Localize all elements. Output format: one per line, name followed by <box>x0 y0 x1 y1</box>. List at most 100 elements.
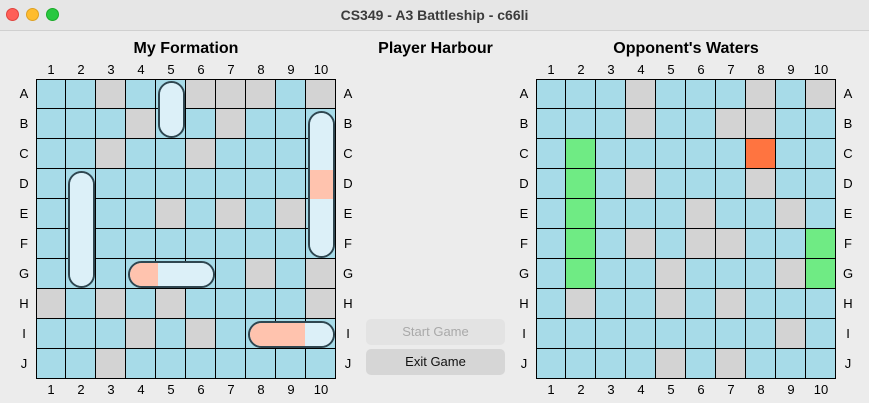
opponent-cell-F7-miss[interactable] <box>716 229 746 259</box>
opponent-cell-E1-water[interactable] <box>536 199 566 229</box>
opponent-cell-D10-water[interactable] <box>806 169 836 199</box>
opponent-cell-D9-water[interactable] <box>776 169 806 199</box>
opponent-cell-J6-water[interactable] <box>686 349 716 379</box>
opponent-cell-C5-water[interactable] <box>656 139 686 169</box>
opponent-cell-C6-water[interactable] <box>686 139 716 169</box>
opponent-cell-D1-water[interactable] <box>536 169 566 199</box>
opponent-cell-J5-miss[interactable] <box>656 349 686 379</box>
opponent-cell-D7-water[interactable] <box>716 169 746 199</box>
ship-4[interactable] <box>128 261 215 288</box>
opponent-cell-G6-water[interactable] <box>686 259 716 289</box>
opponent-cell-A5-water[interactable] <box>656 79 686 109</box>
opponent-cell-H6-water[interactable] <box>686 289 716 319</box>
opponent-cell-C1-water[interactable] <box>536 139 566 169</box>
opponent-cell-I3-water[interactable] <box>596 319 626 349</box>
opponent-cell-I9-miss[interactable] <box>776 319 806 349</box>
opponent-cell-I5-water[interactable] <box>656 319 686 349</box>
opponent-cell-I2-water[interactable] <box>566 319 596 349</box>
opponent-cell-J8-water[interactable] <box>746 349 776 379</box>
opponent-cell-G7-water[interactable] <box>716 259 746 289</box>
opponent-cell-D8-miss[interactable] <box>746 169 776 199</box>
opponent-cell-A2-water[interactable] <box>566 79 596 109</box>
opponent-cell-J9-water[interactable] <box>776 349 806 379</box>
opponent-cell-F1-water[interactable] <box>536 229 566 259</box>
opponent-cell-G8-water[interactable] <box>746 259 776 289</box>
opponent-cell-G10-sunk[interactable] <box>806 259 836 289</box>
opponent-cell-B4-miss[interactable] <box>626 109 656 139</box>
opponent-cell-C3-water[interactable] <box>596 139 626 169</box>
opponent-cell-E4-water[interactable] <box>626 199 656 229</box>
opponent-cell-E2-sunk[interactable] <box>566 199 596 229</box>
opponent-cell-J7-miss[interactable] <box>716 349 746 379</box>
opponent-cell-G4-water[interactable] <box>626 259 656 289</box>
opponent-cell-F10-sunk[interactable] <box>806 229 836 259</box>
opponent-cell-B9-water[interactable] <box>776 109 806 139</box>
opponent-cell-F5-water[interactable] <box>656 229 686 259</box>
ship-1[interactable] <box>158 81 185 138</box>
opponent-cell-B1-water[interactable] <box>536 109 566 139</box>
ship-2[interactable] <box>308 111 335 258</box>
opponent-cell-C7-water[interactable] <box>716 139 746 169</box>
opponent-cell-E7-water[interactable] <box>716 199 746 229</box>
opponent-cell-I10-water[interactable] <box>806 319 836 349</box>
opponent-cell-D4-miss[interactable] <box>626 169 656 199</box>
opponent-cell-B3-water[interactable] <box>596 109 626 139</box>
opponent-cell-F9-water[interactable] <box>776 229 806 259</box>
opponent-cell-D6-water[interactable] <box>686 169 716 199</box>
opponent-cell-C9-water[interactable] <box>776 139 806 169</box>
opponent-cell-H4-water[interactable] <box>626 289 656 319</box>
opponent-cell-I6-water[interactable] <box>686 319 716 349</box>
opponent-cell-B6-water[interactable] <box>686 109 716 139</box>
opponent-cell-J4-water[interactable] <box>626 349 656 379</box>
opponent-cell-A10-miss[interactable] <box>806 79 836 109</box>
opponent-cell-I4-water[interactable] <box>626 319 656 349</box>
opponent-cell-A6-water[interactable] <box>686 79 716 109</box>
exit-game-button[interactable]: Exit Game <box>366 349 505 375</box>
opponent-cell-H5-miss[interactable] <box>656 289 686 319</box>
opponent-cell-J10-water[interactable] <box>806 349 836 379</box>
opponent-cell-B2-water[interactable] <box>566 109 596 139</box>
opponent-cell-E8-water[interactable] <box>746 199 776 229</box>
opponent-cell-G2-sunk[interactable] <box>566 259 596 289</box>
opponent-cell-G9-miss[interactable] <box>776 259 806 289</box>
opponent-cell-G3-water[interactable] <box>596 259 626 289</box>
opponent-cell-B10-water[interactable] <box>806 109 836 139</box>
opponent-cell-B7-miss[interactable] <box>716 109 746 139</box>
opponent-cell-H9-water[interactable] <box>776 289 806 319</box>
start-game-button[interactable]: Start Game <box>366 319 505 345</box>
opponent-cell-H7-miss[interactable] <box>716 289 746 319</box>
opponent-cell-B8-miss[interactable] <box>746 109 776 139</box>
opponent-cell-F2-sunk[interactable] <box>566 229 596 259</box>
opponent-cell-E3-water[interactable] <box>596 199 626 229</box>
ship-3[interactable] <box>68 171 95 288</box>
opponent-cell-B5-water[interactable] <box>656 109 686 139</box>
opponent-cell-I1-water[interactable] <box>536 319 566 349</box>
opponent-cell-D2-sunk[interactable] <box>566 169 596 199</box>
opponent-cell-E6-miss[interactable] <box>686 199 716 229</box>
opponent-cell-I8-water[interactable] <box>746 319 776 349</box>
opponent-cell-A9-water[interactable] <box>776 79 806 109</box>
opponent-cell-A4-miss[interactable] <box>626 79 656 109</box>
opponent-cell-E9-miss[interactable] <box>776 199 806 229</box>
opponent-cell-H10-water[interactable] <box>806 289 836 319</box>
opponent-cell-D5-water[interactable] <box>656 169 686 199</box>
opponent-cell-F8-water[interactable] <box>746 229 776 259</box>
opponent-cell-D3-water[interactable] <box>596 169 626 199</box>
opponent-cell-H3-water[interactable] <box>596 289 626 319</box>
opponent-cell-F4-miss[interactable] <box>626 229 656 259</box>
opponent-cell-F6-miss[interactable] <box>686 229 716 259</box>
opponent-cell-G5-miss[interactable] <box>656 259 686 289</box>
opponent-cell-A3-water[interactable] <box>596 79 626 109</box>
opponent-cell-C10-water[interactable] <box>806 139 836 169</box>
opponent-cell-C8-hit[interactable] <box>746 139 776 169</box>
opponent-cell-H2-miss[interactable] <box>566 289 596 319</box>
opponent-cell-G1-water[interactable] <box>536 259 566 289</box>
opponent-cell-A1-water[interactable] <box>536 79 566 109</box>
opponent-cell-E10-water[interactable] <box>806 199 836 229</box>
opponent-cell-A7-water[interactable] <box>716 79 746 109</box>
opponent-cell-A8-miss[interactable] <box>746 79 776 109</box>
opponent-cell-C4-water[interactable] <box>626 139 656 169</box>
opponent-cell-C2-sunk[interactable] <box>566 139 596 169</box>
opponent-cell-J1-water[interactable] <box>536 349 566 379</box>
opponent-cell-J3-water[interactable] <box>596 349 626 379</box>
